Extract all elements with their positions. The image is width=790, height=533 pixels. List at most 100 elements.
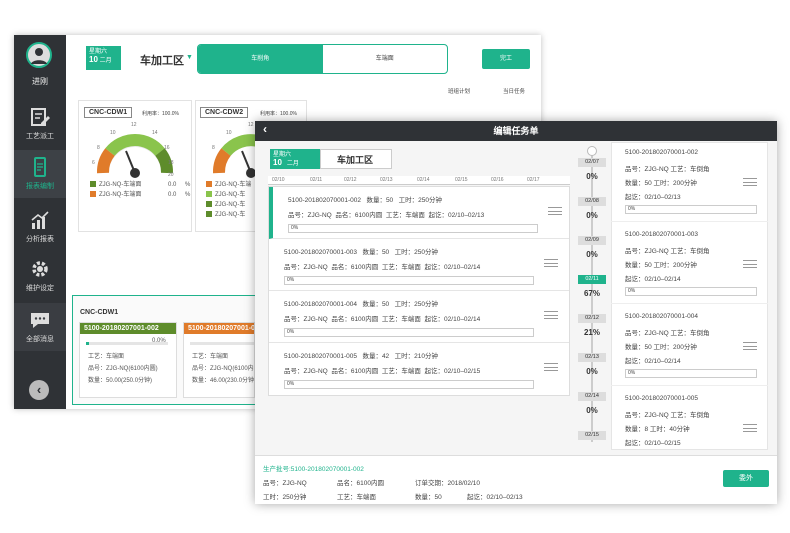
sidebar-label: 分析报表	[26, 236, 54, 243]
task-detail: 品号：ZJG-NQ 工艺：车倒角	[625, 330, 710, 337]
footer-pno: 品号：ZJG-NQ	[263, 480, 307, 487]
drag-handle-icon[interactable]	[544, 259, 558, 267]
list-item[interactable]: 5100-201802070001-005 数量：42 工时：210分钟 品号：…	[269, 343, 569, 395]
sidebar-item-settings[interactable]: 维护设定	[14, 252, 66, 300]
back-arrow-icon[interactable]: ‹	[263, 122, 267, 136]
outsource-button[interactable]: 委外	[723, 470, 769, 487]
legend-value: 0.0	[168, 192, 177, 198]
sidebar-item-dispatch[interactable]: 工艺派工	[14, 100, 66, 148]
progress-text: 0%	[628, 288, 636, 294]
footer-time: 工时：250分钟	[263, 494, 307, 501]
footer-qty: 数量：50	[415, 494, 442, 501]
legend-label: ZJG-NQ-车端	[215, 182, 252, 188]
gauge-legend: ZJG-NQ-车端面 0.0% ZJG-NQ-车端面 0.0%	[90, 180, 190, 200]
back-button[interactable]: ‹	[29, 380, 49, 400]
task-pname: 品名：6100内圆	[331, 264, 379, 271]
legend-label: ZJG-NQ-车	[215, 202, 246, 208]
task-card[interactable]: 5100-20180207001-002 0.0% 工艺：车端面 品号：ZJG-…	[79, 322, 177, 398]
drag-handle-icon[interactable]	[548, 207, 562, 215]
task-part: 品号：ZJG-NQ(6100内圆)	[88, 366, 158, 372]
gear-icon	[32, 261, 48, 277]
message-icon	[31, 313, 49, 328]
list-item[interactable]: 5100-201802070001-002 品号：ZJG-NQ 工艺：车倒角 数…	[611, 142, 768, 222]
dropdown-icon[interactable]: ▼	[186, 54, 193, 61]
progress-text: 0%	[628, 206, 636, 212]
phone-report-icon	[34, 157, 46, 177]
daily-task-link[interactable]: 当日任务	[503, 87, 525, 95]
footer-range: 起讫：02/10–02/13	[467, 494, 523, 501]
timeline-date-selected[interactable]: 02/11	[578, 275, 606, 284]
ruler-label: 02/17	[527, 177, 540, 183]
timeline-date[interactable]: 02/14	[578, 392, 606, 401]
task-time: 工时：250分钟	[398, 197, 442, 204]
task-qty: 数量：50	[366, 197, 394, 204]
user-avatar[interactable]	[26, 42, 52, 68]
progress-text: 0%	[628, 370, 636, 376]
list-item[interactable]: 5100-201802070001-002 数量：50 工时：250分钟 品号：…	[269, 187, 569, 239]
task-qty: 数量：50	[362, 301, 390, 308]
sidebar-item-messages[interactable]: 全部消息	[14, 303, 66, 351]
ruler-label: 02/12	[344, 177, 357, 183]
ruler-label: 02/15	[455, 177, 468, 183]
timeline-date[interactable]: 02/08	[578, 197, 606, 206]
timeline-knob[interactable]	[587, 146, 597, 156]
drag-handle-icon[interactable]	[743, 424, 757, 432]
gauge-tick: 12	[248, 122, 254, 128]
task-card[interactable]: 5100-20180207001-002 工艺：车端面 品号：ZJG-NQ(61…	[183, 322, 255, 398]
team-plan-link[interactable]: 班组计划	[448, 87, 470, 95]
list-item[interactable]: 5100-201802070001-004 数量：50 工时：250分钟 品号：…	[269, 291, 569, 343]
legend-label: ZJG-NQ-车端面	[99, 192, 142, 198]
timeline-pct: 0%	[586, 211, 598, 220]
timeline-pct: 67%	[583, 289, 600, 298]
sidebar-item-report[interactable]: 报表编制	[14, 150, 66, 198]
utilization-rate: 利用率：100.0%	[142, 111, 179, 117]
progress-bar: 0%	[284, 328, 534, 337]
legend-swatch	[206, 201, 212, 208]
utilization-rate: 利用率：100.0%	[260, 111, 297, 117]
ruler-label: 02/11	[310, 177, 323, 183]
task-qty: 数量：42	[362, 353, 390, 360]
gauge-tick: 20	[168, 172, 174, 178]
timeline-date[interactable]: 02/09	[578, 236, 606, 245]
timeline-date[interactable]: 02/07	[578, 158, 606, 167]
tab-chamfer[interactable]: 车削角	[198, 45, 323, 73]
task-id: 5100-201802070001-002	[625, 149, 699, 156]
legend-value: 0.0	[168, 182, 177, 188]
complete-button[interactable]: 完工	[482, 49, 530, 69]
sidebar-label: 报表编制	[26, 183, 54, 190]
task-pname: 品名：6100内圆	[331, 316, 379, 323]
list-item[interactable]: 5100-201802070001-005 品号：ZJG-NQ 工艺：车倒角 数…	[611, 388, 768, 450]
timeline-date[interactable]: 02/12	[578, 314, 606, 323]
timeline-pct: 0%	[586, 406, 598, 415]
sidebar-item-analysis[interactable]: 分析报表	[14, 203, 66, 251]
sidebar-label: 维护设定	[26, 285, 54, 292]
task-pno: 品号：ZJG-NQ	[284, 264, 328, 271]
list-item[interactable]: 5100-201802070001-004 品号：ZJG-NQ 工艺：车倒角 数…	[611, 306, 768, 386]
task-range: 起讫：02/10–02/15	[424, 368, 481, 375]
gauge-tick: 12	[131, 122, 137, 128]
drag-handle-icon[interactable]	[743, 260, 757, 268]
list-item[interactable]: 5100-201802070001-003 数量：50 工时：250分钟 品号：…	[269, 239, 569, 291]
task-range: 起讫：02/10–02/13	[625, 194, 681, 201]
task-id: 5100-201802070001-004	[284, 301, 358, 308]
drag-handle-icon[interactable]	[743, 342, 757, 350]
legend-label: ZJG-NQ-车端面	[99, 182, 142, 188]
timeline-date[interactable]: 02/13	[578, 353, 606, 362]
task-range: 起讫：02/10–02/15	[625, 440, 681, 447]
timeline-pct: 21%	[583, 328, 600, 337]
progress-bar: 0%	[625, 205, 757, 214]
drag-handle-icon[interactable]	[544, 363, 558, 371]
chart-icon	[31, 211, 49, 229]
legend-label: ZJG-NQ-车	[215, 212, 246, 218]
drag-handle-icon[interactable]	[544, 311, 558, 319]
task-range: 起讫：02/10–02/14	[625, 276, 681, 283]
batch-number: 生产批号:5100-201802070001-002	[263, 466, 364, 473]
task-qty: 数量：50 工时：200分钟	[625, 344, 697, 351]
tab-face[interactable]: 车端面	[323, 45, 448, 73]
machine-name: CNC-CDW1	[84, 107, 133, 118]
list-item[interactable]: 5100-201802070001-003 品号：ZJG-NQ 工艺：车倒角 数…	[611, 224, 768, 304]
legend-swatch	[206, 211, 212, 218]
day: 10	[273, 158, 282, 167]
drag-handle-icon[interactable]	[743, 178, 757, 186]
timeline-date[interactable]: 02/15	[578, 431, 606, 440]
